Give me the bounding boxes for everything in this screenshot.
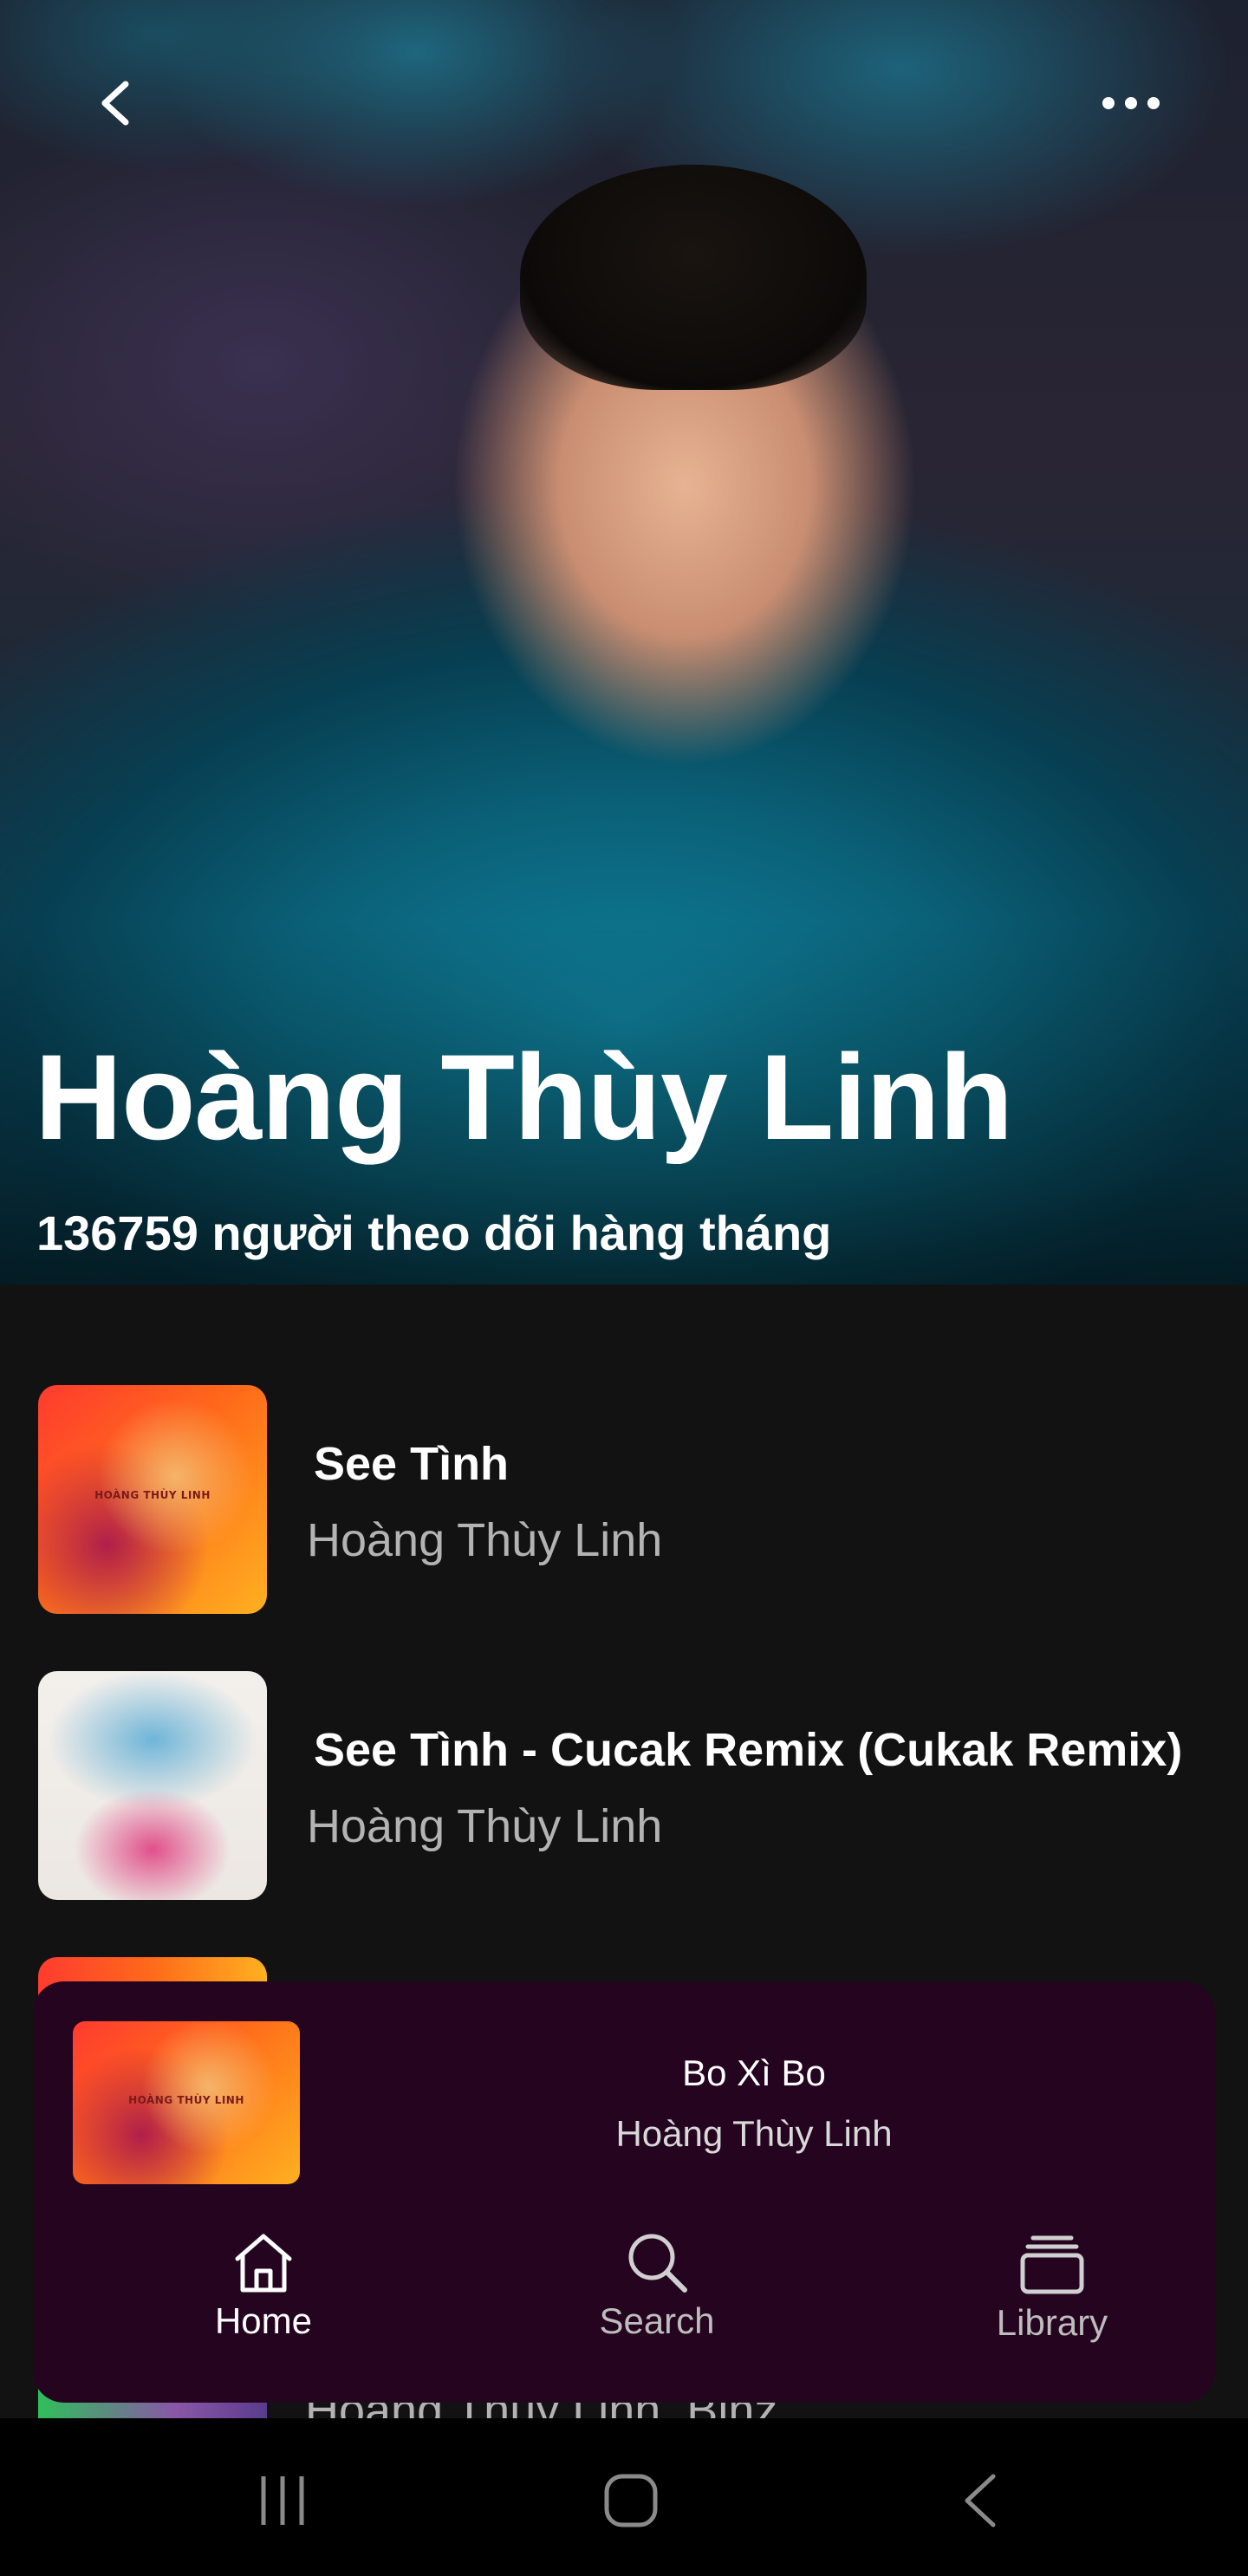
back-button[interactable] <box>76 64 154 142</box>
more-horizontal-icon <box>1102 97 1160 109</box>
nav-home[interactable]: Home <box>159 2229 367 2342</box>
nav-library[interactable]: Library <box>948 2231 1156 2344</box>
nav-home-label: Home <box>214 2300 313 2341</box>
home-icon <box>235 2234 292 2293</box>
nav-library-label: Library <box>996 2302 1108 2343</box>
library-icon <box>1020 2235 1084 2294</box>
track-artist: Hoàng Thùy Linh <box>307 1514 663 1566</box>
hero-hair <box>520 165 867 390</box>
now-playing-title: Bo Xì Bo <box>682 2052 826 2093</box>
system-home-button[interactable] <box>579 2462 683 2540</box>
back-arrow-icon <box>965 2474 996 2527</box>
home-circle-icon <box>604 2474 658 2527</box>
artist-hero: Hoàng Thùy Linh 136759 người theo dõi hà… <box>0 0 1248 1285</box>
track-title: See Tình <box>314 1438 510 1490</box>
track-cover: HOÀNG THÙY LINH <box>38 1385 267 1614</box>
artist-name: Hoàng Thùy Linh <box>35 1029 1013 1165</box>
monthly-listeners: 136759 người theo dõi hàng tháng <box>36 1206 832 1260</box>
system-navigation-bar <box>0 2418 1248 2576</box>
track-artist: Hoàng Thùy Linh <box>307 1800 663 1852</box>
now-playing-artist: Hoàng Thùy Linh <box>615 2113 893 2154</box>
nav-search[interactable]: Search <box>553 2229 761 2342</box>
system-back-button[interactable] <box>927 2462 1031 2540</box>
nav-search-label: Search <box>599 2300 715 2341</box>
search-icon <box>628 2234 687 2293</box>
track-row[interactable]: HOÀNG THÙY LINH See Tình Hoàng Thùy Linh <box>38 1385 1217 1614</box>
now-playing-cover: HOÀNG THÙY LINH <box>73 2021 300 2184</box>
track-row[interactable]: See Tình - Cucak Remix (Cukak Remix) Hoà… <box>38 1671 1217 1900</box>
track-cover <box>38 1671 267 1900</box>
recents-icon <box>261 2476 304 2525</box>
recents-button[interactable] <box>231 2462 335 2540</box>
chevron-left-icon <box>101 81 129 126</box>
track-title: See Tình - Cucak Remix (Cukak Remix) <box>314 1724 1183 1776</box>
more-options-button[interactable] <box>1092 64 1170 142</box>
mini-player[interactable]: HOÀNG THÙY LINH Bo Xì Bo Hoàng Thùy Linh… <box>33 1981 1215 2403</box>
cover-label: HOÀNG THÙY LINH <box>128 2094 244 2106</box>
cover-label: HOÀNG THÙY LINH <box>94 1489 211 1501</box>
